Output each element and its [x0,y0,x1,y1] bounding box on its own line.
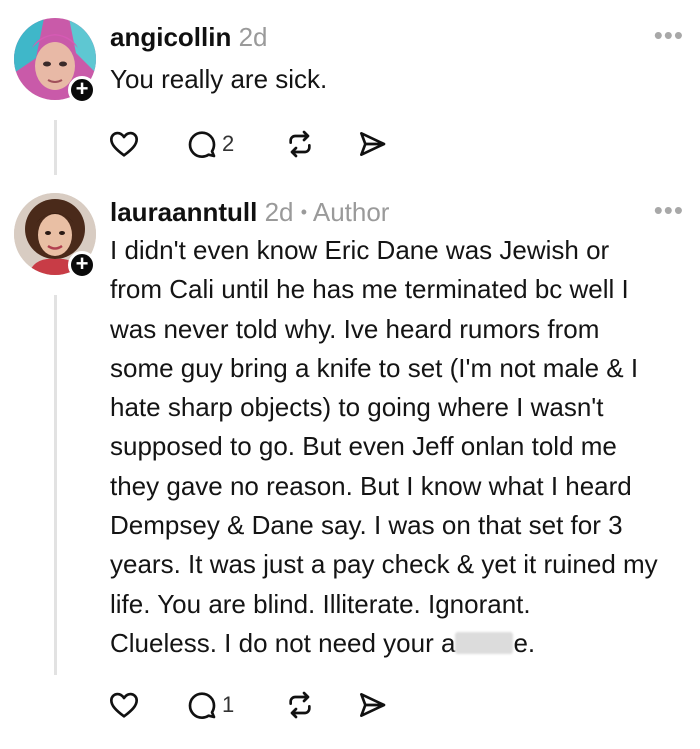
reply-button[interactable]: 2 [186,126,234,162]
post-lauraanntull: + lauraanntull 2d • Author ••• I didn't … [0,185,700,749]
text-line: life. You are blind. Illiterate. Ignoran… [110,588,531,619]
repost-button[interactable] [284,687,316,723]
text-line: Dempsey & Dane say. I was on that set fo… [110,510,623,541]
post-text: I didn't even know Eric Dane was Jewish … [110,231,680,663]
text-line: hate sharp objects) to going where I was… [110,392,604,423]
comment-icon [188,131,216,158]
username[interactable]: lauraanntull [110,197,257,227]
text-line: supposed to go. But even Jeff onlan told… [110,431,617,462]
text-line-suffix: e. [513,627,536,658]
reply-count: 1 [222,692,235,717]
text-line: they gave no reason. But I know what I h… [110,470,632,501]
text-line: Clueless. I do not need your a [110,627,456,658]
censored-word [455,631,514,654]
like-button[interactable] [108,126,140,162]
more-icon[interactable]: ••• [654,195,684,226]
reply-button[interactable]: 1 [186,687,234,723]
post-angicollin: + angicollin 2d ••• You really are sick.… [0,0,700,185]
repost-button[interactable] [284,126,316,162]
thread-line [54,295,57,675]
text-line-last: Clueless. I do not need your a e. [110,624,680,663]
send-icon [360,132,386,156]
action-bar: 1 [108,687,408,723]
follow-plus-icon[interactable]: + [68,251,96,279]
separator-dot: • [300,202,308,222]
repost-icon [289,691,311,719]
timestamp: 2d [264,197,294,227]
heart-icon [110,692,138,718]
text-line: You really are sick. [110,64,328,94]
text-line: I didn't even know Eric Dane was Jewish … [110,235,610,265]
username[interactable]: angicollin [110,22,231,52]
like-button[interactable] [108,687,140,723]
heart-icon [110,131,138,157]
timestamp: 2d [238,22,268,52]
reply-count: 2 [222,131,235,156]
send-icon [360,693,386,717]
text-line: years. It was just a pay check & yet it … [110,549,658,580]
share-button[interactable] [356,687,388,723]
follow-plus-icon[interactable]: + [68,76,96,104]
repost-icon [289,130,311,158]
text-line: some guy bring a knife to set (I'm not m… [110,352,639,383]
share-button[interactable] [356,126,388,162]
thread-line [54,120,57,175]
comment-icon [188,692,216,719]
more-icon[interactable]: ••• [654,20,684,51]
action-bar: 2 [108,126,408,162]
text-line: was never told why. Ive heard rumors fro… [110,313,600,344]
post-header: angicollin 2d [110,22,268,53]
post-text: You really are sick. [110,60,680,99]
post-header: lauraanntull 2d • Author [110,197,389,228]
text-line: from Cali until he has me terminated bc … [110,274,629,305]
author-badge: Author [312,197,390,227]
